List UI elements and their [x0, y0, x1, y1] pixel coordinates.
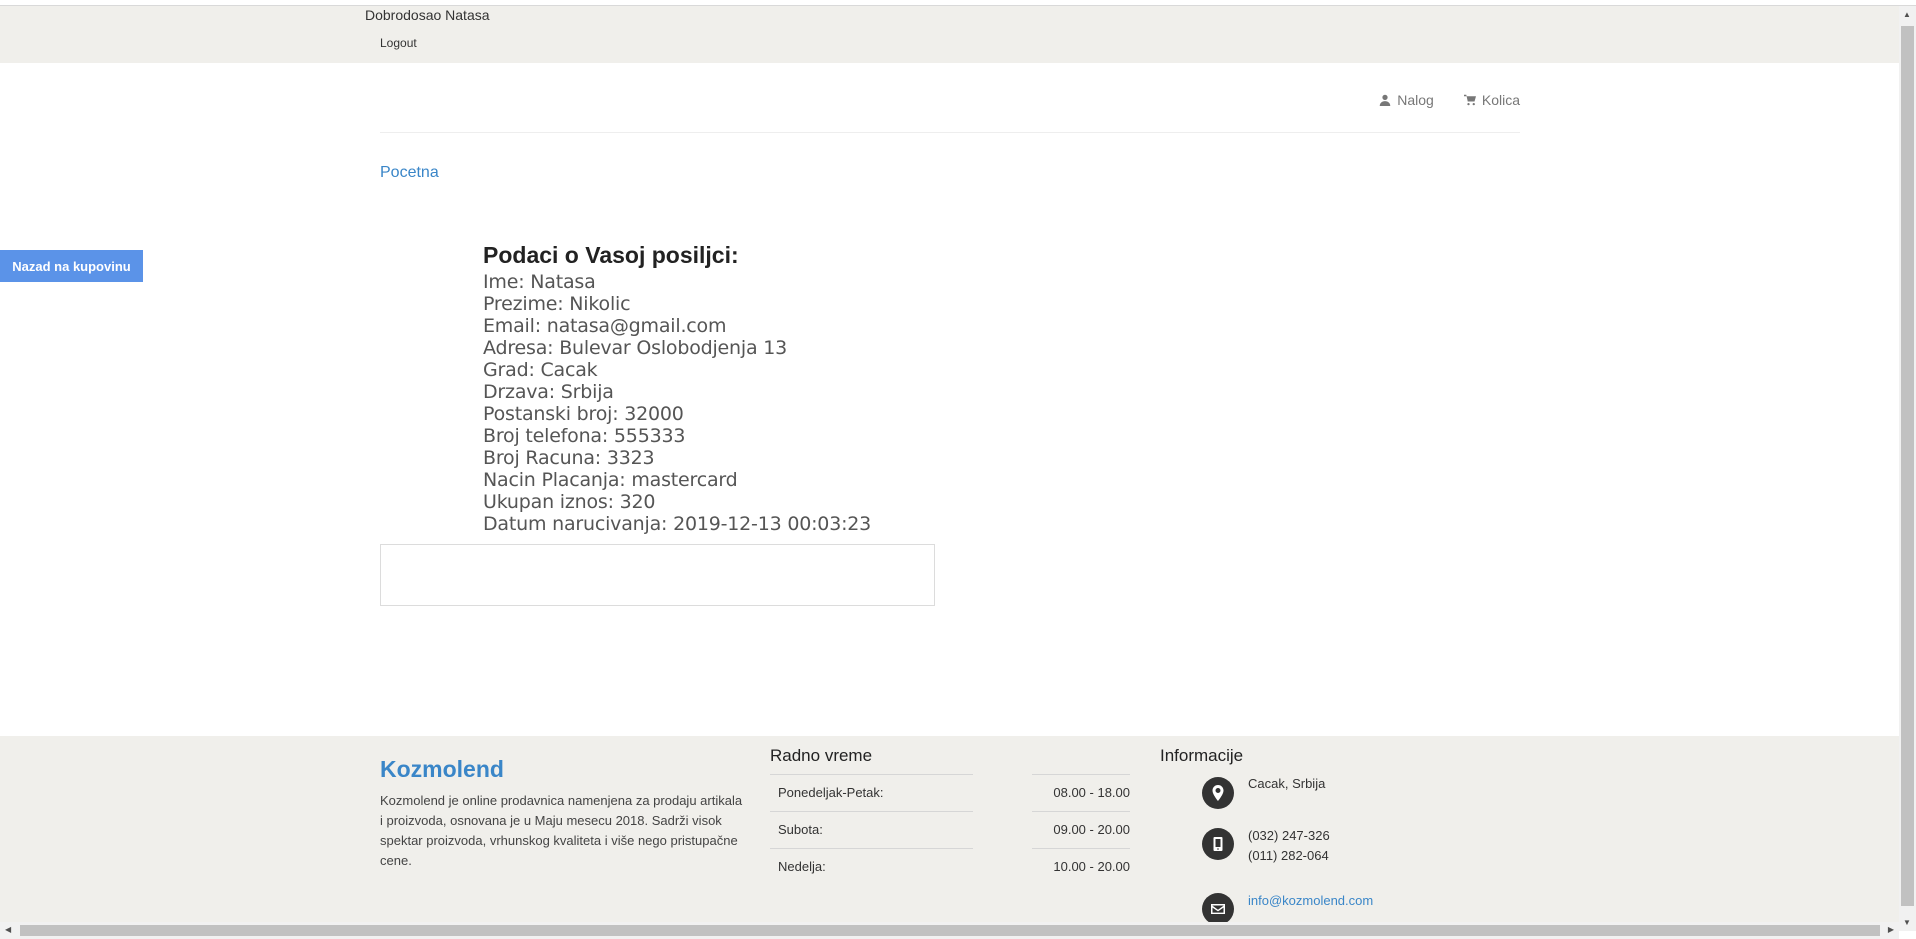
order-detail-row: Nacin Placanja: mastercard: [483, 469, 738, 491]
order-detail-row: Broj telefona: 555333: [483, 425, 686, 447]
vertical-scrollbar[interactable]: ▲ ▼: [1899, 6, 1916, 931]
order-detail-row: Prezime: Nikolic: [483, 293, 631, 315]
horizontal-scroll-thumb[interactable]: [20, 925, 1880, 936]
phone-text-1: (032) 247-326: [1248, 828, 1330, 843]
breadcrumb-home[interactable]: Pocetna: [380, 164, 439, 182]
footer-brand: Kozmolend: [380, 756, 504, 782]
scroll-left-icon[interactable]: ◀: [5, 925, 11, 934]
welcome-text: Dobrodosao Natasa: [365, 7, 490, 23]
order-rows: Ime: Natasa Prezime: Nikolic Email: natasa…: [483, 271, 871, 535]
location-text: Cacak, Srbija: [1248, 776, 1326, 791]
logout-link[interactable]: Logout: [380, 36, 417, 50]
hours-row: Nedelja: 10.00 - 20.00: [770, 848, 1130, 885]
hours-time: 10.00 - 20.00: [1053, 859, 1130, 874]
user-icon: [1380, 94, 1391, 106]
hours-table: Ponedeljak-Petak: 08.00 - 18.00 Subota: …: [770, 774, 1130, 885]
top-bar: Dobrodosao Natasa Logout: [0, 6, 1899, 63]
order-detail-row: Ime: Natasa: [483, 271, 596, 293]
hours-title: Radno vreme: [770, 746, 873, 765]
hours-day: Subota:: [778, 822, 823, 837]
header-divider: [380, 132, 1520, 133]
cart-icon: [1463, 94, 1476, 106]
hours-day: Nedelja:: [778, 859, 826, 874]
order-title: Podaci o Vasoj posiljci:: [483, 242, 739, 268]
info-title: Informacije: [1160, 746, 1244, 765]
order-detail-row: Grad: Cacak: [483, 359, 598, 381]
order-details: Podaci o Vasoj posiljci: Ime: Natasa Prez…: [483, 242, 871, 535]
back-to-shopping-button[interactable]: Nazad na kupovinu: [0, 250, 143, 282]
phone-text-2: (011) 282-064: [1248, 848, 1329, 863]
order-detail-row: Email: natasa@gmail.com: [483, 315, 727, 337]
empty-panel: [380, 544, 935, 606]
hours-row: Ponedeljak-Petak: 08.00 - 18.00: [770, 774, 1130, 811]
order-detail-row: Adresa: Bulevar Oslobodjenja 13: [483, 337, 788, 359]
scroll-right-icon[interactable]: ▶: [1888, 925, 1894, 934]
hours-time: 09.00 - 20.00: [1053, 822, 1130, 837]
scroll-down-icon[interactable]: ▼: [1903, 918, 1911, 927]
account-label: Nalog: [1397, 92, 1434, 108]
order-detail-row: Postanski broj: 32000: [483, 403, 684, 425]
account-link[interactable]: Nalog: [1379, 92, 1434, 108]
footer: Kozmolend Kozmolend je online prodavnica…: [0, 736, 1899, 930]
scroll-up-icon[interactable]: ▲: [1903, 10, 1911, 19]
hours-time: 08.00 - 18.00: [1053, 785, 1130, 800]
envelope-icon: [1202, 893, 1234, 925]
hours-day: Ponedeljak-Petak:: [778, 785, 884, 800]
mobile-phone-icon: [1202, 828, 1234, 860]
horizontal-scrollbar[interactable]: ◀ ▶: [0, 922, 1899, 939]
hours-row: Subota: 09.00 - 20.00: [770, 811, 1130, 848]
footer-about: Kozmolend je online prodavnica namenjena…: [380, 793, 743, 868]
cart-label: Kolica: [1481, 92, 1520, 108]
order-detail-row: Datum narucivanja: 2019-12-13 00:03:23: [483, 513, 872, 535]
vertical-scroll-thumb[interactable]: [1901, 26, 1914, 906]
header-nav: Nalog Kolica: [1379, 92, 1520, 108]
cart-link[interactable]: Kolica: [1463, 92, 1520, 108]
email-link[interactable]: info@kozmolend.com: [1248, 891, 1373, 911]
order-detail-row: Drzava: Srbija: [483, 381, 614, 403]
order-detail-row: Broj Racuna: 3323: [483, 447, 655, 469]
map-marker-icon: [1202, 777, 1234, 809]
order-detail-row: Ukupan iznos: 320: [483, 491, 656, 513]
